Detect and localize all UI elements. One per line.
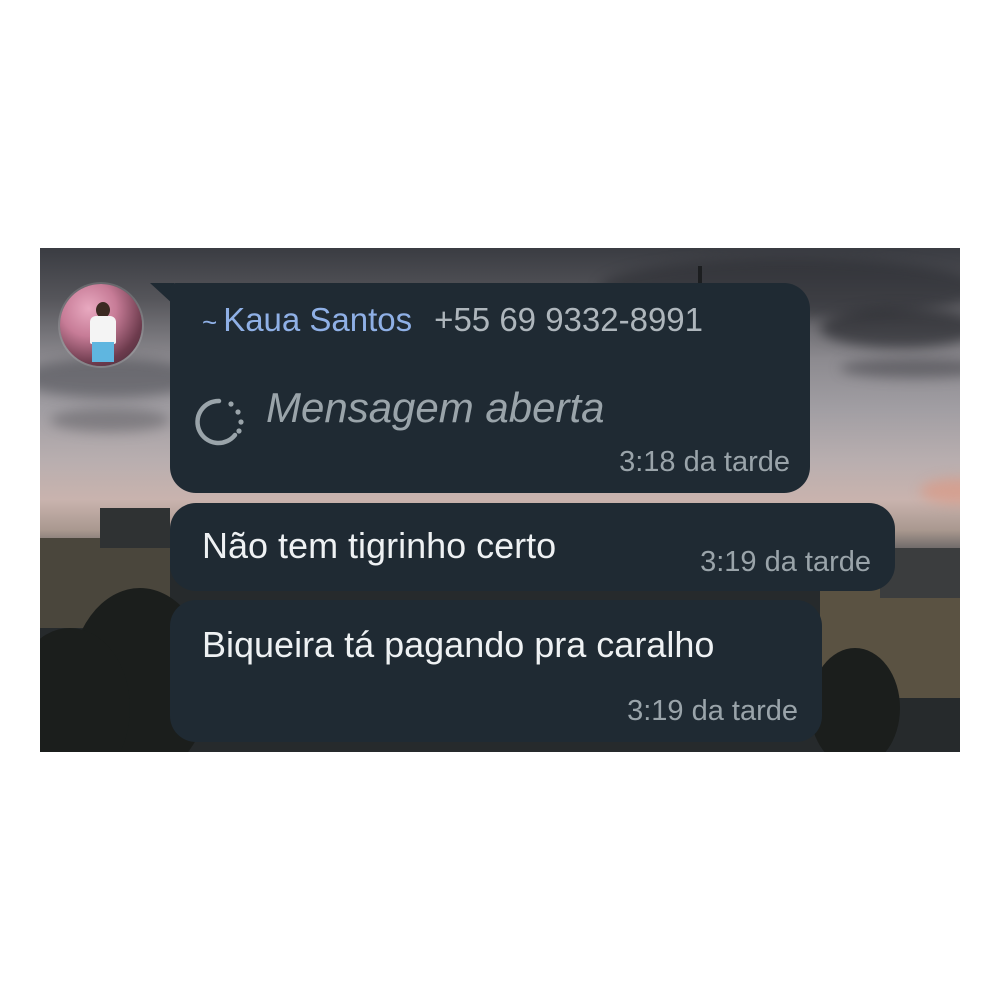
message-time: 3:19 da tarde <box>700 546 871 578</box>
sender-prefix: ~ <box>202 307 218 337</box>
wallpaper-cloud <box>920 478 960 504</box>
avatar-person-legs <box>92 342 114 362</box>
message-bubble[interactable]: Biqueira tá pagando pra caralho 3:19 da … <box>170 600 822 742</box>
message-text: Biqueira tá pagando pra caralho <box>202 624 715 665</box>
view-once-opened-icon <box>195 398 244 446</box>
wallpaper-building <box>100 508 170 548</box>
sender-name[interactable]: Kaua Santos <box>223 301 412 338</box>
message-time: 3:18 da tarde <box>619 446 790 478</box>
message-text: Não tem tigrinho certo <box>202 525 557 566</box>
opened-message-text: Mensagem aberta <box>266 384 605 431</box>
avatar-person-body <box>90 316 116 344</box>
sender-avatar[interactable] <box>60 284 142 366</box>
wallpaper-cloud <box>50 408 170 432</box>
sender-header: ~ Kaua Santos +55 69 9332-8991 <box>202 301 703 339</box>
wallpaper-cloud <box>840 358 960 378</box>
message-bubble-opened[interactable]: ~ Kaua Santos +55 69 9332-8991 Mensagem ab… <box>170 283 810 493</box>
message-time: 3:19 da tarde <box>627 695 798 727</box>
opened-row: Mensagem aberta <box>190 365 605 451</box>
message-bubble[interactable]: Não tem tigrinho certo 3:19 da tarde <box>170 503 895 591</box>
wallpaper-cloud <box>820 308 960 348</box>
sender-phone[interactable]: +55 69 9332-8991 <box>434 301 703 338</box>
